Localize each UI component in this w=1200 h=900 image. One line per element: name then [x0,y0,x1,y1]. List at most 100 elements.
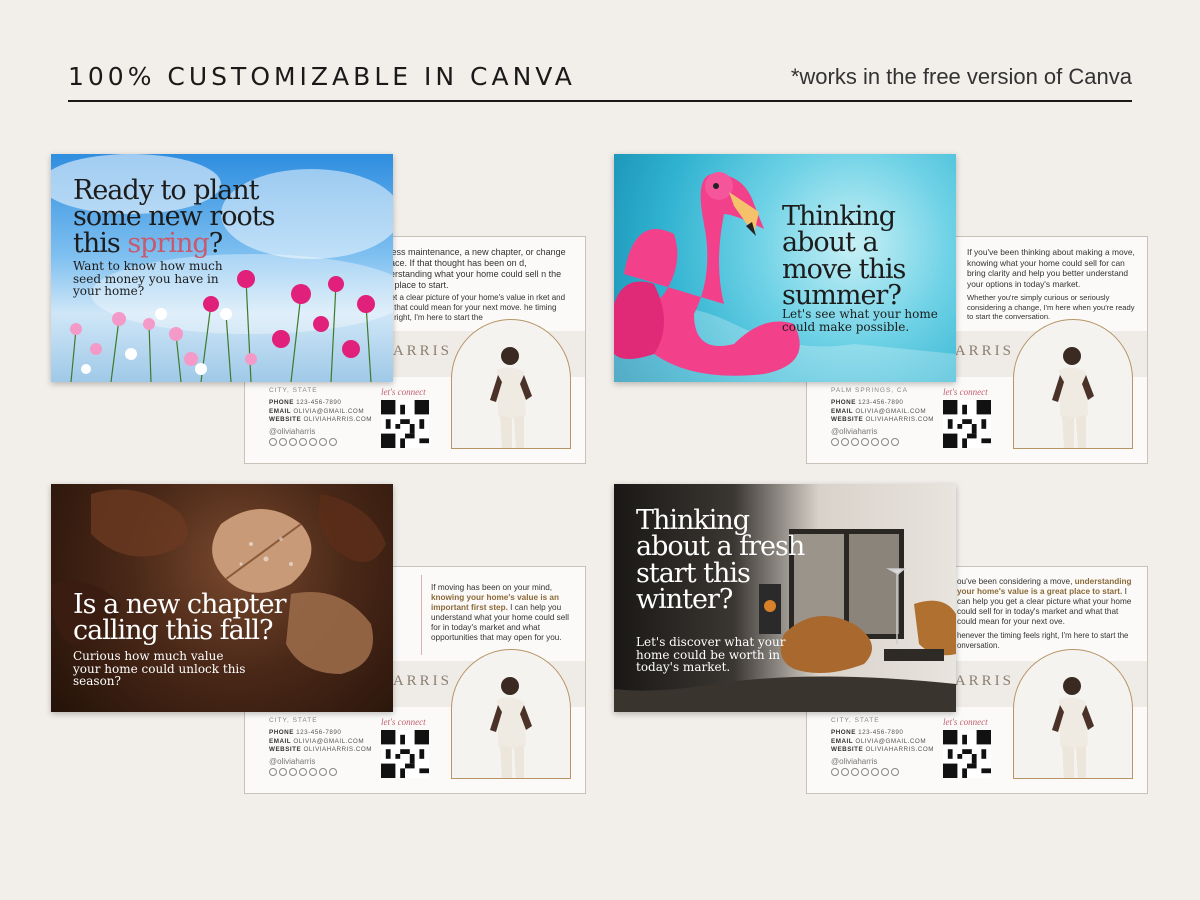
city-state: PALM SPRINGS, CA [831,387,908,394]
card-body-text: If moving has been on your mind, knowing… [431,583,571,643]
phone-label: PHONE [831,729,856,736]
tiktok-icon [861,438,869,446]
website-label: WEBSITE [831,416,864,423]
facebook-icon [841,768,849,776]
youtube-icon [289,438,297,446]
email-label: EMAIL [831,737,854,745]
email: OLIVIA@GMAIL.COM [293,407,365,415]
winter-headline: Thinking about a fresh start this winter… [636,505,805,616]
pinterest-icon [329,768,337,776]
phone: 123-456-7890 [858,399,904,406]
postcard-front-fall: Is a new chapter calling this fall? Curi… [51,484,393,712]
connect-label: let's connect [381,717,426,727]
card-body-text: If you've been thinking about making a m… [967,247,1137,322]
headline-text: this [73,227,128,259]
instagram-icon [269,768,277,776]
x-icon [871,768,879,776]
linkedin-icon [881,438,889,446]
card-paragraph: henever the timing feels right, I'm here… [957,631,1129,650]
social-icons [831,768,899,776]
phone: 123-456-7890 [296,729,342,736]
social-handle: @oliviaharris [831,427,878,436]
website-label: WEBSITE [269,746,302,753]
website: OLIVIAHARRIS.COM [303,416,372,423]
connect-label: let's connect [381,387,426,397]
phone-label: PHONE [831,399,856,406]
qr-code-icon [943,730,991,778]
card-paragraph: Whether you're simply curious or serious… [967,293,1135,321]
phone-label: PHONE [269,729,294,736]
linkedin-icon [319,438,327,446]
website: OLIVIAHARRIS.COM [865,746,934,753]
phone: 123-456-7890 [858,729,904,736]
facebook-icon [279,768,287,776]
agent-figure [490,677,532,778]
website: OLIVIAHARRIS.COM [865,416,934,423]
header-note: *works in the free version of Canva [790,64,1132,89]
headline-text: ? [208,227,224,259]
spring-subtitle: Want to know how much seed money you hav… [73,259,223,299]
card-text: If moving has been on your mind, [431,583,553,592]
contact-block: PHONE 123-456-7890 EMAIL OLIVIA@GMAIL.CO… [831,729,934,755]
agent-figure [490,347,532,448]
social-handle: @oliviaharris [269,757,316,766]
postcard-front-spring: Ready to plant some new roots this sprin… [51,154,393,382]
card-paragraph: ce, less maintenance, a new chapter, or … [375,247,566,290]
headline-line: this spring? [73,227,274,259]
city-state: CITY, STATE [831,717,880,724]
winter-subtitle: Let's discover what your home could be w… [636,635,786,675]
website: OLIVIAHARRIS.COM [303,746,372,753]
youtube-icon [289,768,297,776]
contact-block: PHONE 123-456-7890 EMAIL OLIVIA@GMAIL.CO… [831,399,934,425]
card-paragraph: ou get a clear picture of your home's va… [375,293,566,322]
email-label: EMAIL [269,737,292,745]
qr-code-icon [381,400,429,448]
agent-portrait [1013,649,1133,779]
city-state: CITY, STATE [269,717,318,724]
pinterest-icon [891,438,899,446]
social-handle: @oliviaharris [831,757,878,766]
headline-accent: spring [127,227,209,259]
tiktok-icon [861,768,869,776]
fall-headline: Is a new chapter calling this fall? [73,589,286,647]
facebook-icon [841,438,849,446]
pinterest-icon [891,768,899,776]
contact-block: PHONE 123-456-7890 EMAIL OLIVIA@GMAIL.CO… [269,399,372,425]
spring-headline: Ready to plant some new roots this sprin… [73,177,275,259]
agent-figure [1052,677,1094,778]
contact-block: PHONE 123-456-7890 EMAIL OLIVIA@GMAIL.CO… [269,729,372,755]
email-label: EMAIL [831,407,854,415]
connect-label: let's connect [943,387,988,397]
accent-rule [421,575,422,655]
x-icon [871,438,879,446]
x-icon [309,438,317,446]
summer-headline: Thinking about a move this summer? [782,201,906,312]
social-icons [269,438,337,446]
city-state: CITY, STATE [269,387,318,394]
card-paragraph: ou've been considering a move, understan… [957,577,1139,627]
card-paragraph: If you've been thinking about making a m… [967,247,1135,289]
email: OLIVIA@GMAIL.COM [855,737,927,745]
agent-portrait [1013,319,1133,449]
website-label: WEBSITE [269,416,302,423]
agent-portrait [451,649,571,779]
instagram-icon [831,768,839,776]
social-icons [269,768,337,776]
facebook-icon [279,438,287,446]
qr-code-icon [943,400,991,448]
card-body-text: ou've been considering a move, understan… [957,577,1139,651]
email: OLIVIA@GMAIL.COM [293,737,365,745]
card-body-text: ce, less maintenance, a new chapter, or … [375,247,575,323]
youtube-icon [851,438,859,446]
youtube-icon [851,768,859,776]
phone: 123-456-7890 [296,399,342,406]
summer-subtitle: Let's see what your home could make poss… [782,307,938,334]
page-title: 100% CUSTOMIZABLE IN CANVA [68,62,576,91]
phone-label: PHONE [269,399,294,406]
linkedin-icon [319,768,327,776]
email-label: EMAIL [269,407,292,415]
agent-portrait [451,319,571,449]
social-icons [831,438,899,446]
postcard-front-winter: Thinking about a fresh start this winter… [614,484,956,712]
tiktok-icon [299,768,307,776]
